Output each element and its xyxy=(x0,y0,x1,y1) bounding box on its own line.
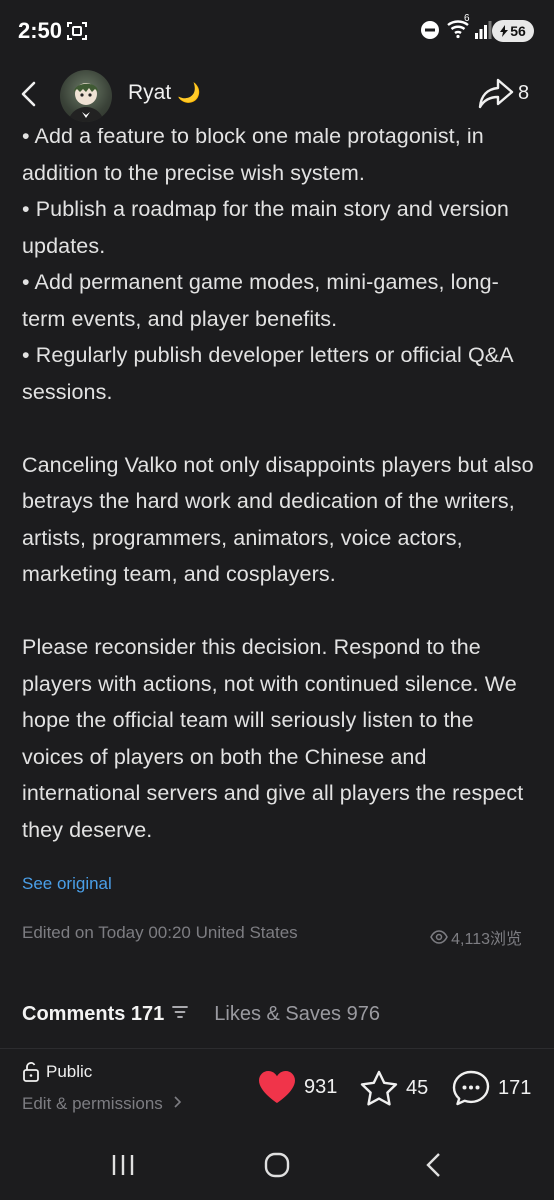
status-bar: 2:50 6 56 xyxy=(0,0,554,64)
share-count: 8 xyxy=(518,82,530,104)
chevron-left-icon xyxy=(21,81,36,107)
battery-level: 56 xyxy=(510,23,526,39)
system-nav-bar xyxy=(0,1130,554,1200)
edit-permissions-link[interactable]: Edit & permissions xyxy=(22,1094,182,1114)
share-icon xyxy=(478,78,514,109)
do-not-disturb-icon xyxy=(420,20,440,45)
paragraph-line: addition to the precise wish system. xyxy=(22,160,365,185)
post-body: • Add a feature to block one male protag… xyxy=(22,128,537,868)
back-button[interactable] xyxy=(14,78,46,110)
bullet-item: • Publish a roadmap for the main story a… xyxy=(22,197,509,258)
clipped-line: • Add a feature to block one male protag… xyxy=(22,128,484,148)
tab-comments[interactable]: Comments 171 xyxy=(22,1003,164,1026)
signal-icon xyxy=(474,20,492,45)
privacy-label: Public xyxy=(46,1062,93,1081)
comment-tabs: Comments 171 Likes & Saves 976 xyxy=(22,1000,380,1028)
divider xyxy=(0,1048,554,1049)
star-icon xyxy=(360,1070,398,1106)
privacy-setting[interactable]: Public xyxy=(22,1062,92,1082)
nav-back-icon xyxy=(426,1153,440,1177)
unlock-icon xyxy=(23,1062,39,1082)
save-count: 45 xyxy=(406,1076,429,1099)
view-count: 4,113浏览 xyxy=(430,925,522,949)
status-time: 2:50 xyxy=(18,18,63,43)
chevron-right-icon xyxy=(173,1096,181,1108)
edited-info: Edited on Today 00:20 United States xyxy=(22,923,298,942)
user-name-text: Ryat xyxy=(128,81,172,104)
screenshot-icon xyxy=(66,20,88,47)
nav-back-button[interactable] xyxy=(420,1150,450,1180)
paragraph: Please reconsider this decision. Respond… xyxy=(22,635,524,842)
home-icon xyxy=(264,1152,290,1178)
paragraph: Canceling Valko not only disappoints pla… xyxy=(22,452,534,587)
save-button[interactable]: 45 xyxy=(360,1070,428,1106)
wifi-badge: 6 xyxy=(464,13,470,24)
user-name[interactable]: Ryat 🌙 xyxy=(128,81,201,105)
bullet-item: • Regularly publish developer letters or… xyxy=(22,343,513,404)
see-original-link[interactable]: See original xyxy=(22,874,112,894)
heart-icon xyxy=(259,1071,295,1103)
bullet-item: • Add permanent game modes, mini-games, … xyxy=(22,270,499,331)
wifi-icon: 6 xyxy=(446,13,472,44)
comment-count: 171 xyxy=(498,1076,532,1099)
comment-button[interactable]: 171 xyxy=(452,1070,531,1106)
tab-likes-saves[interactable]: Likes & Saves 976 xyxy=(214,1003,380,1026)
comment-icon xyxy=(452,1070,490,1106)
like-count: 931 xyxy=(304,1075,338,1098)
post-header: Ryat 🌙 8 xyxy=(0,64,554,128)
recent-apps-icon xyxy=(112,1155,134,1175)
battery-icon: 56 xyxy=(492,20,534,42)
moon-icon: 🌙 xyxy=(177,83,201,104)
sort-filter-icon[interactable] xyxy=(172,1005,189,1024)
view-count-text: 4,113浏览 xyxy=(451,931,522,948)
recent-apps-button[interactable] xyxy=(108,1150,138,1180)
eye-icon xyxy=(430,930,448,944)
edit-permissions-text: Edit & permissions xyxy=(22,1094,163,1113)
like-button[interactable]: 931 xyxy=(258,1070,337,1104)
avatar[interactable] xyxy=(60,70,112,122)
home-button[interactable] xyxy=(262,1150,292,1180)
share-button[interactable] xyxy=(476,76,516,112)
